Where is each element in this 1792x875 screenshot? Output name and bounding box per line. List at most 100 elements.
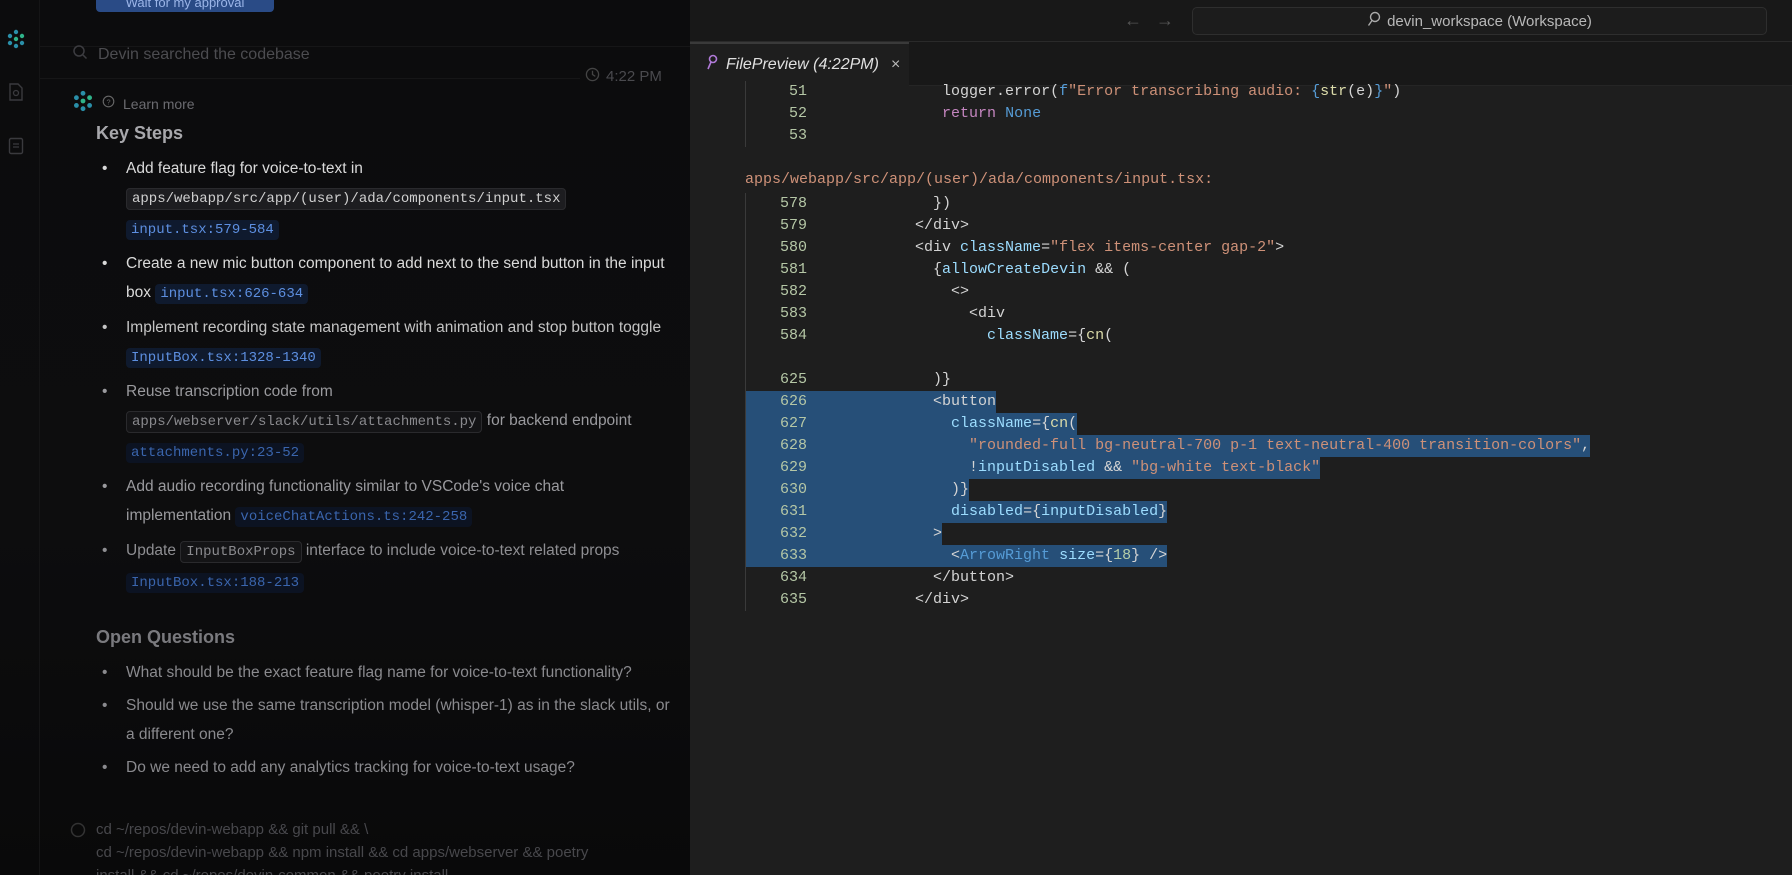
- file-reference-link[interactable]: InputBox.tsx:188-213: [126, 573, 305, 593]
- line-number: 53: [788, 127, 807, 144]
- code-line-content: 53: [746, 125, 843, 147]
- line-number: [746, 347, 807, 369]
- code-token: )}: [843, 481, 970, 498]
- tab-file-preview[interactable]: FilePreview (4:22PM) ×: [690, 42, 909, 86]
- step-text: for backend endpoint: [482, 412, 632, 429]
- command-line: cd ~/repos/devin-webapp && git pull && \: [96, 821, 369, 838]
- code-token: allowCreateDevin: [942, 261, 1087, 278]
- code-line-content: 632 >: [746, 523, 943, 545]
- code-line-content: 634 </button>: [746, 567, 1014, 589]
- file-reference-link[interactable]: input.tsx:579-584: [126, 220, 279, 240]
- line-number: 629: [779, 459, 807, 476]
- code-token: return: [942, 105, 997, 122]
- code-line-content: 582 <>: [746, 281, 969, 303]
- devin-logo-icon[interactable]: [4, 27, 28, 51]
- line-number: 578: [779, 195, 807, 212]
- key-steps-list: Add feature flag for voice-to-text in ap…: [96, 154, 676, 598]
- step-text: Update: [126, 542, 181, 559]
- code-text: <ArrowRight size={18} />: [807, 545, 1167, 567]
- code-token: {: [843, 261, 943, 278]
- code-token: <>: [843, 283, 970, 300]
- file-reference-link[interactable]: attachments.py:23-52: [126, 443, 305, 463]
- list-item: Implement recording state management wit…: [96, 313, 671, 373]
- code-token: ,: [1581, 437, 1591, 454]
- line-number: 583: [779, 305, 807, 322]
- code-token: (: [1068, 415, 1078, 432]
- code-token: }: [1374, 83, 1384, 100]
- question-item: What should be the exact feature flag na…: [96, 658, 671, 687]
- code-token: inputDisabled: [1041, 503, 1159, 520]
- code-token: className: [951, 415, 1033, 432]
- code-text: )}: [807, 479, 969, 501]
- file-reference-link[interactable]: InputBox.tsx:1328-1340: [126, 348, 321, 368]
- file-reference-link[interactable]: input.tsx:626-634: [155, 284, 309, 304]
- list-item: Reuse transcription code from apps/webse…: [96, 377, 671, 468]
- code-token: className: [987, 327, 1069, 344]
- line-number: 634: [779, 569, 807, 586]
- code-text: "rounded-full bg-neutral-700 p-1 text-ne…: [807, 435, 1590, 457]
- code-line-content: 628 "rounded-full bg-neutral-700 p-1 tex…: [746, 435, 1591, 457]
- inline-code: InputBoxProps: [180, 541, 302, 563]
- code-text: </div>: [807, 589, 969, 611]
- code-text: <div className="flex items-center gap-2"…: [807, 237, 1284, 259]
- workspace-search-box[interactable]: devin_workspace (Workspace): [1192, 7, 1767, 35]
- code-token: f: [1059, 83, 1069, 100]
- forward-arrow-icon[interactable]: →: [1156, 10, 1174, 31]
- step-text: Reuse transcription code from: [126, 383, 333, 400]
- clock-icon: [585, 67, 600, 86]
- code-token: (e): [1347, 83, 1375, 100]
- file-reference-link[interactable]: voiceChatActions.ts:242-258: [235, 507, 473, 527]
- code-text: </button>: [807, 567, 1014, 589]
- learn-more-link[interactable]: Learn more: [123, 96, 195, 112]
- code-token: inputDisabled: [978, 459, 1096, 476]
- code-token: }: [1158, 503, 1168, 520]
- code-line: 580 <div className="flex items-center ga…: [746, 237, 1590, 259]
- file-search-icon[interactable]: [4, 80, 28, 104]
- open-questions-heading: Open Questions: [96, 627, 236, 647]
- code-line-content: 581 {allowCreateDevin && (: [746, 259, 1131, 281]
- code-text: !inputDisabled && "bg-white text-black": [807, 457, 1320, 479]
- code-line: 632 >: [746, 523, 1590, 545]
- close-tab-icon[interactable]: ×: [891, 56, 900, 74]
- tab-bar: FilePreview (4:22PM) ×: [690, 42, 1792, 86]
- back-arrow-icon[interactable]: ←: [1124, 10, 1142, 31]
- command-line: install && cd ~/repos/devin-common && po…: [96, 864, 588, 875]
- chat-panel: Wait for my approval Devin searched the …: [0, 0, 690, 875]
- code-line-content: 633 <ArrowRight size={18} />: [746, 545, 1168, 567]
- code-token: disabled: [951, 503, 1024, 520]
- code-token: "Error transcribing audio:: [1068, 83, 1312, 100]
- code-line: 630 )}: [746, 479, 1590, 501]
- shell-command[interactable]: cd ~/repos/devin-webapp && git pull && \…: [70, 818, 588, 875]
- file-path-header[interactable]: apps/webapp/src/app/(user)/ada/component…: [745, 169, 1590, 191]
- code-line: 635 </div>: [746, 589, 1590, 611]
- code-token: size: [1059, 547, 1096, 564]
- code-text: return None: [807, 103, 1041, 125]
- list-item: Add audio recording functionality simila…: [96, 472, 671, 532]
- code-line: 53: [746, 125, 1590, 147]
- learn-more-row: ? Learn more: [72, 90, 195, 117]
- list-item: Add feature flag for voice-to-text in ap…: [96, 154, 671, 245]
- search-activity-label: Devin searched the codebase: [98, 45, 310, 63]
- code-line: 52 return None: [746, 103, 1590, 125]
- code-line: [746, 347, 1590, 369]
- question-item: Do we need to add any analytics tracking…: [96, 753, 671, 782]
- line-number: 627: [779, 415, 807, 432]
- code-text: }): [807, 193, 951, 215]
- search-activity[interactable]: Devin searched the codebase: [72, 44, 310, 65]
- command-line: cd ~/repos/devin-webapp && npm install &…: [96, 844, 589, 861]
- line-number: 626: [779, 393, 807, 410]
- wait-for-approval-button[interactable]: Wait for my approval: [96, 0, 274, 12]
- code-text: className={cn(: [807, 325, 1113, 347]
- line-number: 579: [779, 217, 807, 234]
- code-line-content: 626 <button: [746, 391, 997, 413]
- code-token: None: [1005, 105, 1042, 122]
- code-line: 629 !inputDisabled && "bg-white text-bla…: [746, 457, 1590, 479]
- inline-code: apps/webserver/slack/utils/attachments.p…: [126, 411, 483, 433]
- notes-icon[interactable]: [4, 134, 28, 158]
